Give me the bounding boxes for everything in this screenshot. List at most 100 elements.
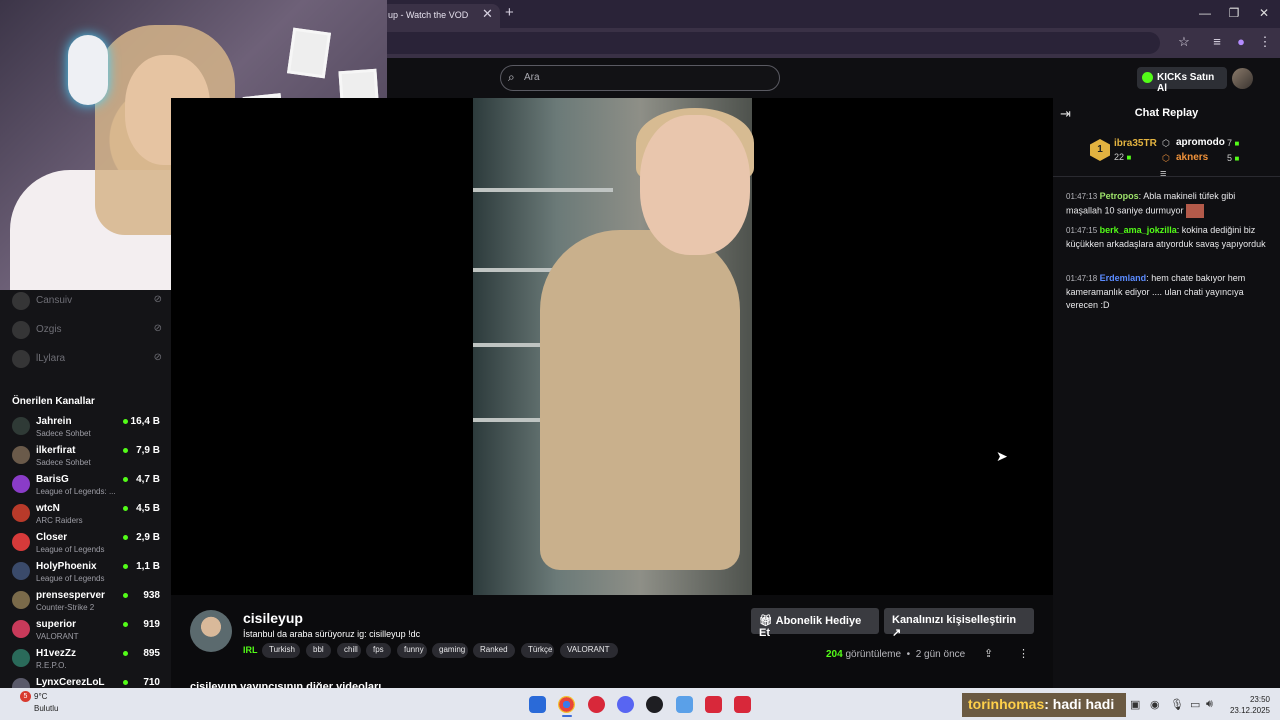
recommended-channel[interactable]: superior VALORANT 919	[12, 619, 160, 645]
bookmark-star-icon[interactable]: ☆	[1175, 34, 1193, 50]
channel-category: Sadece Sohbet	[36, 458, 91, 467]
offline-icon: ⊘	[153, 352, 162, 363]
channel-category: VALORANT	[36, 632, 79, 641]
chat-username[interactable]: Petropos	[1100, 191, 1139, 201]
stream-category[interactable]: IRL	[243, 645, 258, 655]
emote-icon	[1186, 203, 1205, 218]
volume-icon[interactable]: 🔊︎	[1206, 698, 1213, 711]
leaderboard-first-name[interactable]: ibra35TR	[1114, 138, 1157, 149]
overlay-text: : hadi hadi	[1044, 696, 1115, 712]
recommended-channel[interactable]: BarisG League of Legends: ... 4,7 B	[12, 474, 160, 500]
channel-category: Sadece Sohbet	[36, 429, 91, 438]
gift-subscription-button[interactable]: 🎁︎ Abonelik Hediye Et	[751, 608, 879, 639]
channel-category: League of Legends: ...	[36, 487, 116, 496]
tray-icon[interactable]: ▣	[1130, 698, 1140, 711]
tab-title: up - Watch the VOD	[388, 10, 469, 20]
close-window-button[interactable]: ✕	[1254, 6, 1274, 20]
discord-icon[interactable]	[617, 696, 634, 713]
profile-icon[interactable]: ●	[1232, 34, 1250, 49]
leaderboard-second-name[interactable]: apromodo	[1176, 137, 1225, 148]
viewer-count: 938	[143, 590, 160, 601]
stream-tag[interactable]: gaming	[432, 643, 468, 658]
network-app-icon[interactable]	[676, 696, 693, 713]
stream-tag[interactable]: fps	[366, 643, 391, 658]
live-dot	[123, 593, 128, 598]
timestamp: 01:47:13	[1066, 192, 1098, 201]
chat-username[interactable]: Erdemland	[1100, 273, 1147, 283]
channel-avatar[interactable]	[190, 610, 232, 652]
recommended-channel[interactable]: Closer League of Legends 2,9 B	[12, 532, 160, 558]
recommended-channels-title: Önerilen Kanallar	[12, 396, 95, 407]
stream-tag[interactable]: bbl	[306, 643, 331, 658]
recommended-channel[interactable]: H1vezZz R.E.P.O. 895	[12, 648, 160, 674]
live-dot	[123, 419, 128, 424]
monitor-icon[interactable]: ▭	[1190, 698, 1200, 711]
more-options-icon[interactable]: ⋮	[1018, 647, 1029, 660]
microphone-icon[interactable]: 🎙︎	[1170, 698, 1184, 711]
menu-kebab-icon[interactable]: ⋮	[1256, 34, 1274, 50]
channel-category: League of Legends	[36, 574, 105, 583]
search-placeholder: Ara	[524, 72, 540, 83]
search-input[interactable]	[500, 65, 780, 91]
live-dot	[123, 535, 128, 540]
sidebar-followed-channel[interactable]: Cansuiv ⊘	[12, 292, 162, 310]
video-person-face	[640, 115, 750, 255]
mouse-cursor-icon: ➤	[996, 448, 1008, 464]
weather-temperature[interactable]: 9°C	[34, 692, 47, 701]
channel-category: Counter-Strike 2	[36, 603, 95, 612]
tab-close-icon[interactable]: ✕	[482, 6, 493, 22]
reading-list-icon[interactable]: ≡	[1208, 34, 1226, 49]
tray-icon[interactable]: ◉	[1150, 698, 1160, 711]
overlay-username: torinhomas	[968, 696, 1045, 712]
app-icon[interactable]	[705, 696, 722, 713]
channel-name: BarisG	[36, 474, 69, 485]
app-icon[interactable]	[588, 696, 605, 713]
new-tab-button[interactable]: +	[505, 4, 514, 21]
recommended-channel[interactable]: wtcN ARC Raiders 4,5 B	[12, 503, 160, 529]
stream-tag[interactable]: VALORANT	[560, 643, 618, 658]
stream-tag[interactable]: Ranked	[473, 643, 515, 658]
recommended-channel[interactable]: Jahrein Sadece Sohbet 16,4 B	[12, 416, 160, 442]
filter-icon[interactable]: ≡	[1160, 168, 1166, 180]
recommended-channel[interactable]: LynxCerezLoL 710	[12, 677, 160, 688]
recommended-channel[interactable]: HolyPhoenix League of Legends 1,1 B	[12, 561, 160, 587]
channel-name: lLylara	[36, 353, 66, 364]
start-icon[interactable]	[529, 696, 546, 713]
channel-name: LynxCerezLoL	[36, 677, 105, 688]
chrome-icon[interactable]	[558, 696, 575, 713]
gift-icon: ■	[1234, 154, 1240, 163]
channel-name: superior	[36, 619, 77, 630]
recommended-channel[interactable]: prensesperver Counter-Strike 2 938	[12, 590, 160, 616]
stream-tag[interactable]: Turkish	[262, 643, 300, 658]
system-clock[interactable]: 23:50 23.12.2025	[1222, 694, 1270, 716]
sidebar-followed-channel[interactable]: lLylara ⊘	[12, 350, 162, 368]
stream-tag[interactable]: Türkçe	[521, 643, 554, 658]
valorant-icon[interactable]	[734, 696, 751, 713]
leaderboard-third-name[interactable]: akners	[1176, 152, 1208, 163]
user-avatar[interactable]	[1232, 68, 1253, 89]
weather-condition[interactable]: Bulutlu	[34, 704, 58, 713]
obs-icon[interactable]	[646, 696, 663, 713]
chat-username[interactable]: berk_ama_jokzilla	[1100, 225, 1177, 235]
address-bar[interactable]	[300, 32, 1160, 54]
avatar	[12, 475, 30, 493]
avatar	[12, 446, 30, 464]
share-icon[interactable]: ⇪	[984, 647, 993, 660]
channel-name[interactable]: cisileyup	[243, 610, 303, 626]
restore-button[interactable]: ❐	[1224, 6, 1244, 20]
minimize-button[interactable]: —	[1195, 6, 1215, 20]
live-dot	[123, 506, 128, 511]
live-dot	[123, 680, 128, 685]
channel-category: R.E.P.O.	[36, 661, 67, 670]
customize-channel-button[interactable]: Kanalınızı kişiselleştirin ↗	[884, 608, 1034, 639]
clock-date: 23.12.2025	[1229, 706, 1270, 715]
live-dot	[123, 564, 128, 569]
viewer-count: 1,1 B	[136, 561, 160, 572]
stream-tag[interactable]: chill	[337, 643, 361, 658]
recommended-channel[interactable]: ilkerfirat Sadece Sohbet 7,9 B	[12, 445, 160, 471]
video-age: 2 gün önce	[915, 649, 966, 660]
channel-name: Jahrein	[36, 416, 72, 427]
stream-tag[interactable]: funny	[397, 643, 427, 658]
sidebar-followed-channel[interactable]: Ozgis ⊘	[12, 321, 162, 339]
leaderboard-third-count: 5 ■	[1227, 153, 1240, 163]
